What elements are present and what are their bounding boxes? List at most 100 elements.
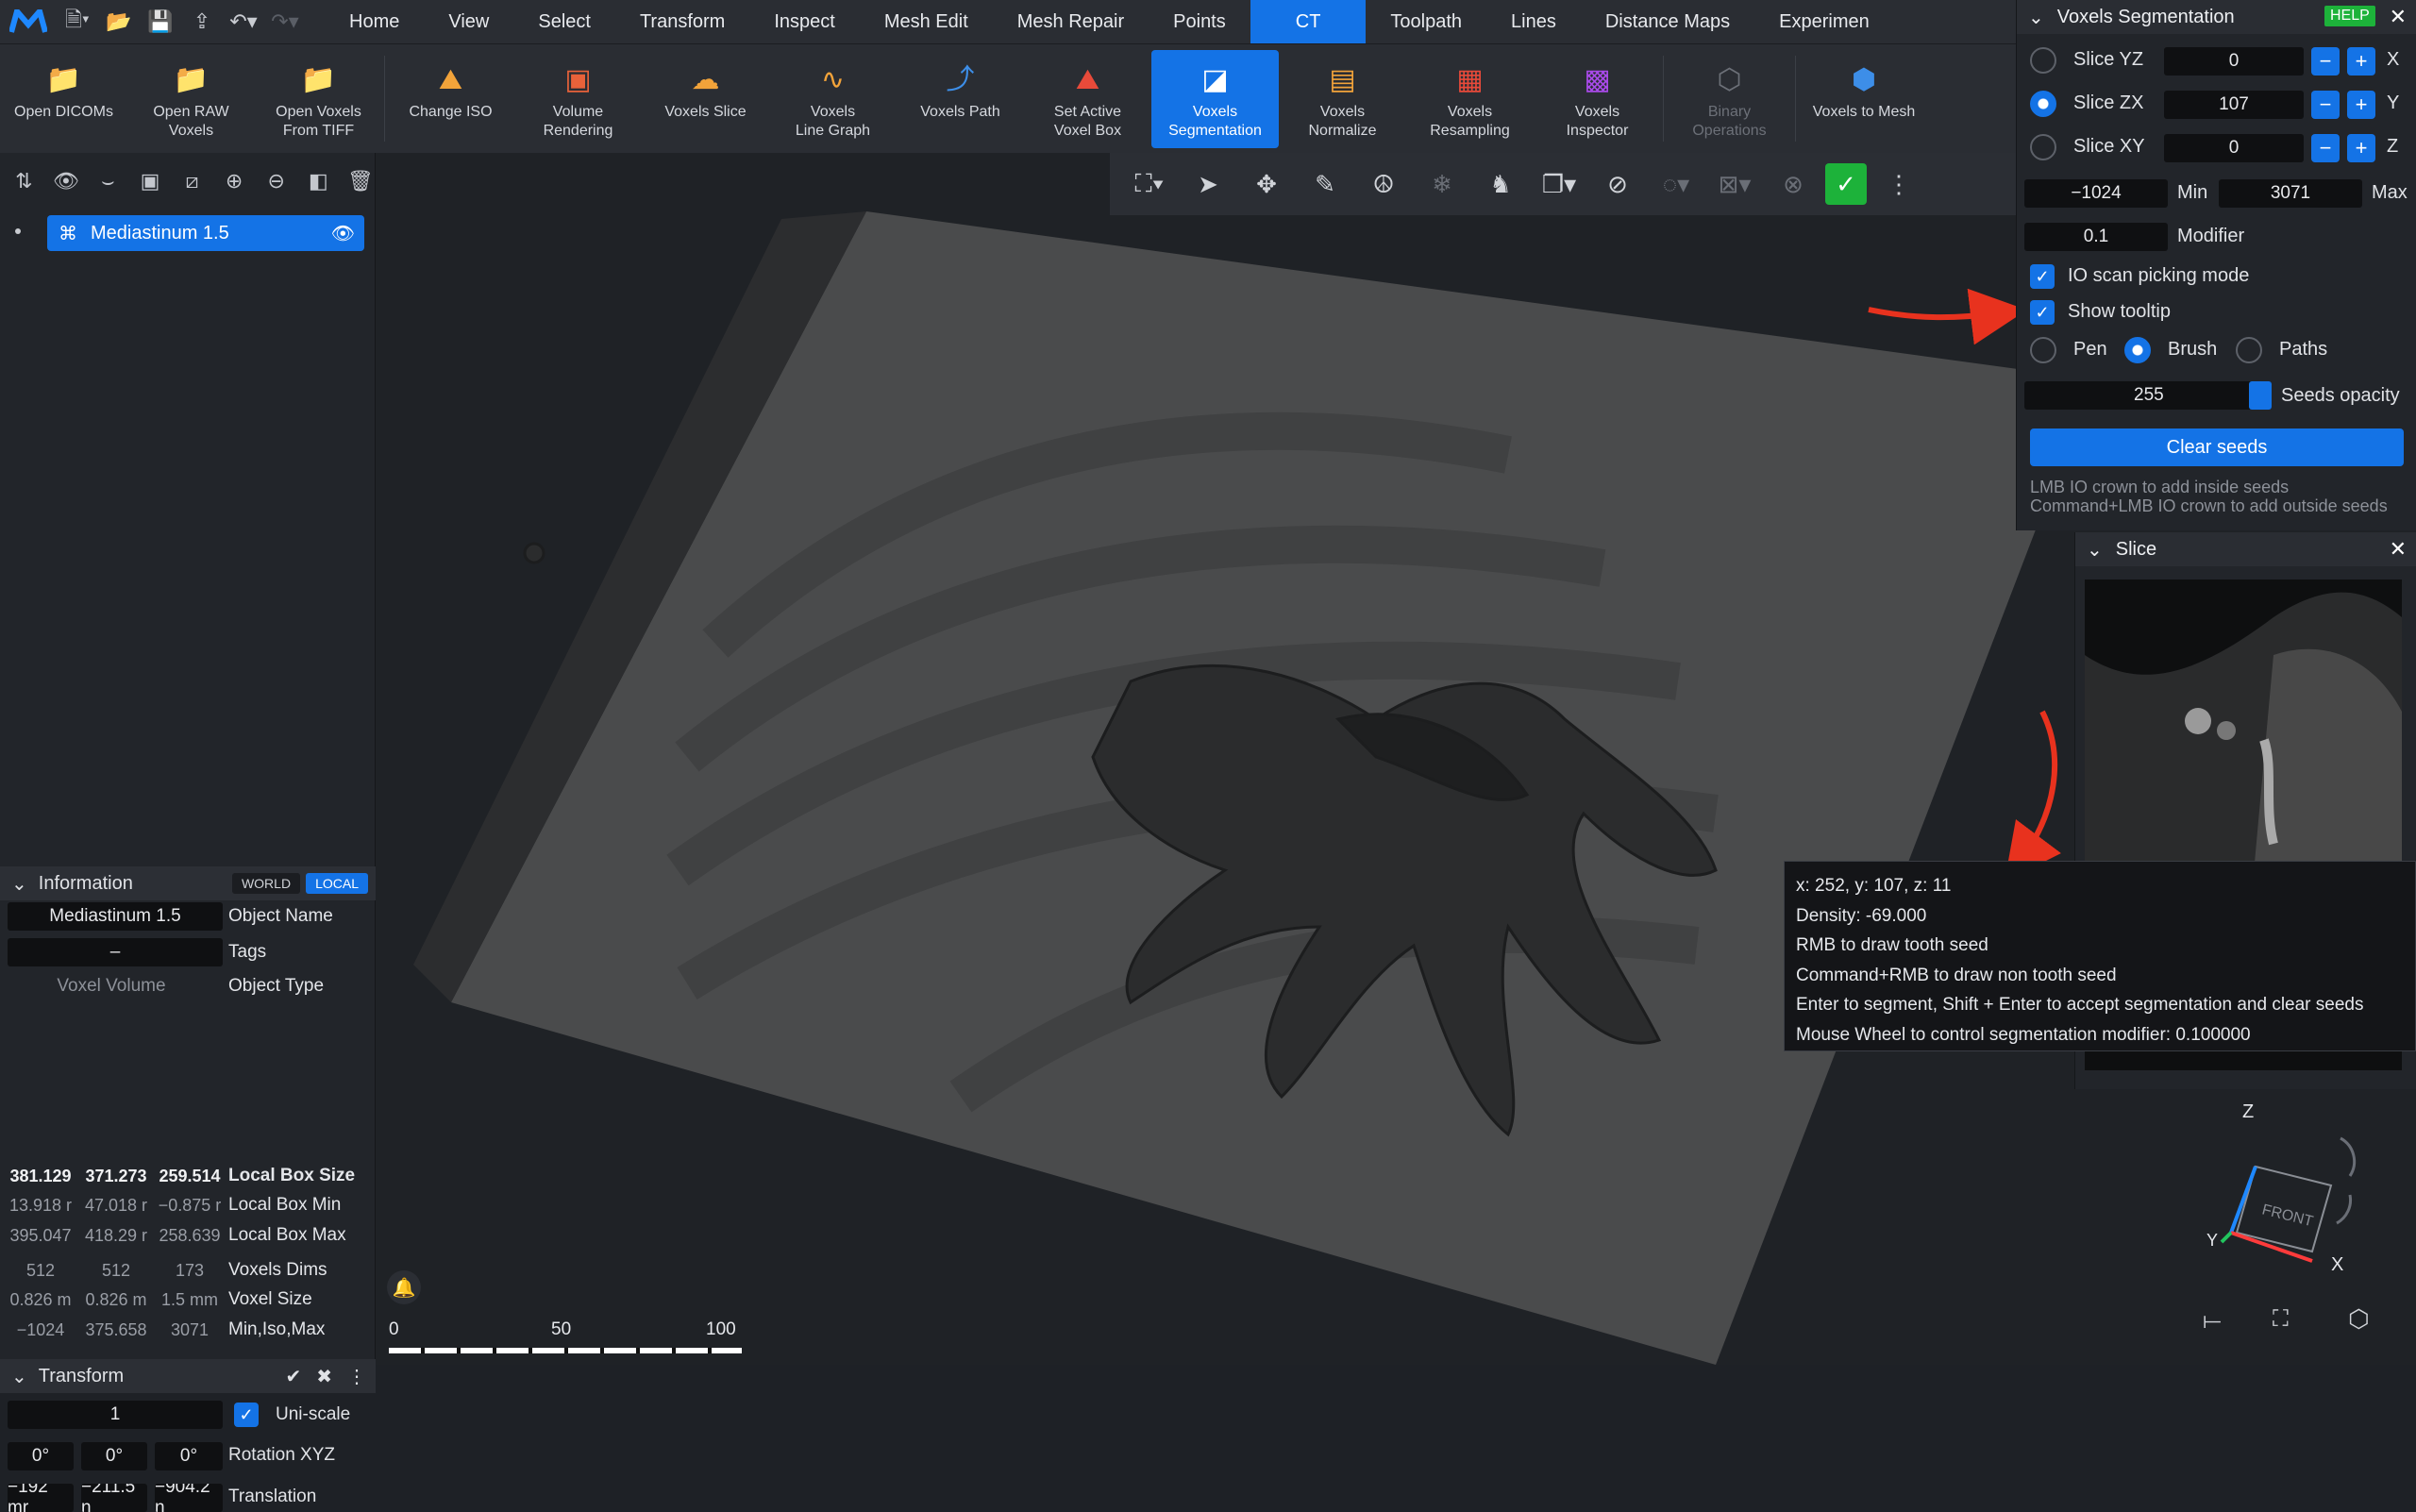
select-arrow-icon[interactable]: ➤ bbox=[1182, 170, 1234, 199]
menu-inspect[interactable]: Inspect bbox=[749, 0, 859, 43]
slice-zx-increment[interactable]: + bbox=[2347, 91, 2375, 119]
translation-y-field[interactable]: −211.5 n bbox=[81, 1484, 147, 1512]
voxels-normalize-button[interactable]: ▤ Voxels Normalize bbox=[1279, 44, 1406, 154]
set-active-voxel-box-button[interactable]: ⛰ Set Active Voxel Box bbox=[1024, 44, 1151, 154]
show-icon[interactable]: 👁 bbox=[52, 169, 81, 193]
menu-transform[interactable]: Transform bbox=[615, 0, 749, 43]
slice-yz-decrement[interactable]: − bbox=[2311, 47, 2340, 76]
visibility-icon[interactable]: 👁 bbox=[331, 222, 355, 245]
seeds-opacity-slider[interactable] bbox=[2249, 381, 2272, 410]
disabled-icon[interactable]: ⊗ bbox=[1767, 170, 1820, 199]
reset-icon[interactable]: ✖ bbox=[316, 1365, 332, 1388]
box-select-icon[interactable]: ⊠▾ bbox=[1708, 170, 1761, 199]
clone-icon[interactable]: ❐▾ bbox=[1533, 170, 1586, 199]
move-down-icon[interactable]: ⊖ bbox=[261, 169, 291, 193]
slice-zx-input[interactable]: 107 bbox=[2164, 91, 2304, 119]
clip-icon[interactable]: ⊘ bbox=[1591, 170, 1644, 199]
snowflake-icon[interactable]: ❄ bbox=[1416, 170, 1468, 199]
voxels-to-mesh-button[interactable]: ⬢ Voxels to Mesh bbox=[1798, 44, 1930, 154]
undo-icon[interactable]: ↶▾ bbox=[223, 0, 264, 43]
modifier-input[interactable]: 0.1 bbox=[2024, 223, 2168, 251]
sort-icon[interactable]: ⇅ bbox=[9, 169, 39, 193]
slice-zx-decrement[interactable]: − bbox=[2311, 91, 2340, 119]
help-button[interactable]: HELP bbox=[2324, 6, 2375, 26]
redo-icon[interactable]: ↷▾ bbox=[264, 0, 306, 43]
more-icon[interactable]: ⋮ bbox=[347, 1365, 366, 1388]
seeds-opacity-input[interactable]: 255 bbox=[2024, 381, 2272, 410]
max-input[interactable]: 3071 bbox=[2219, 179, 2362, 208]
pen-radio[interactable] bbox=[2030, 337, 2056, 363]
delete-icon[interactable]: 🗑 bbox=[346, 169, 376, 193]
menu-points[interactable]: Points bbox=[1149, 0, 1250, 43]
translation-z-field[interactable]: −904.2 n bbox=[155, 1484, 223, 1512]
voxels-inspector-button[interactable]: ▩ Voxels Inspector bbox=[1534, 44, 1661, 154]
edit-icon[interactable]: ✎ bbox=[1299, 170, 1351, 199]
voxels-slice-button[interactable]: ☁ Voxels Slice bbox=[642, 44, 769, 154]
select-all-icon[interactable]: ▣ bbox=[136, 169, 165, 193]
mask-icon[interactable]: ♞ bbox=[1474, 170, 1527, 199]
local-toggle[interactable]: LOCAL bbox=[306, 873, 368, 894]
slice-yz-radio[interactable] bbox=[2030, 47, 2056, 74]
move-up-icon[interactable]: ⊕ bbox=[220, 169, 249, 193]
chevron-down-icon[interactable]: ⌄ bbox=[2087, 538, 2103, 562]
menu-toolpath[interactable]: Toolpath bbox=[1366, 0, 1486, 43]
information-header[interactable]: ⌄ Information WORLD LOCAL bbox=[0, 866, 376, 900]
voxels-path-button[interactable]: ⤴ Voxels Path bbox=[897, 44, 1024, 154]
slice-xy-radio[interactable] bbox=[2030, 134, 2056, 160]
deselect-icon[interactable]: ⧄ bbox=[177, 169, 207, 193]
voxels-resampling-button[interactable]: ▦ Voxels Resampling bbox=[1406, 44, 1534, 154]
voxels-line-graph-button[interactable]: ∿ Voxels Line Graph bbox=[769, 44, 897, 154]
scale-field[interactable]: 1 bbox=[8, 1401, 223, 1429]
menu-distance-maps[interactable]: Distance Maps bbox=[1581, 0, 1754, 43]
show-tooltip-checkbox[interactable]: ✓ bbox=[2030, 300, 2055, 325]
uniscale-checkbox[interactable]: ✓ bbox=[234, 1403, 259, 1427]
mercedes-icon[interactable]: ☮ bbox=[1357, 170, 1410, 199]
tree-item-mediastinum[interactable]: ⌘ Mediastinum 1.5 👁 bbox=[47, 215, 364, 251]
io-scan-checkbox[interactable]: ✓ bbox=[2030, 264, 2055, 289]
clear-seeds-button[interactable]: Clear seeds bbox=[2030, 428, 2404, 466]
chevron-down-icon[interactable]: ⌄ bbox=[2028, 6, 2044, 29]
close-icon[interactable]: ✕ bbox=[2390, 537, 2407, 562]
orientation-gizmo[interactable]: FRONT Z X Y bbox=[2190, 1091, 2378, 1270]
fit-icon[interactable]: ⛶ bbox=[2273, 1306, 2289, 1333]
slice-xy-increment[interactable]: + bbox=[2347, 134, 2375, 162]
move-icon[interactable]: ✥ bbox=[1240, 170, 1293, 199]
menu-home[interactable]: Home bbox=[325, 0, 424, 43]
rotation-y-field[interactable]: 0° bbox=[81, 1442, 147, 1470]
volume-rendering-button[interactable]: ▣ Volume Rendering bbox=[514, 44, 642, 154]
cube-view-icon[interactable]: ⬡ bbox=[2348, 1304, 2370, 1334]
bell-icon[interactable]: 🔔 bbox=[387, 1270, 421, 1304]
menu-lines[interactable]: Lines bbox=[1486, 0, 1581, 43]
save-icon[interactable]: 💾 bbox=[140, 0, 181, 43]
menu-view[interactable]: View bbox=[424, 0, 513, 43]
change-iso-button[interactable]: ⛰ Change ISO bbox=[387, 44, 514, 154]
slice-xy-decrement[interactable]: − bbox=[2311, 134, 2340, 162]
min-input[interactable]: −1024 bbox=[2024, 179, 2168, 208]
rotation-x-field[interactable]: 0° bbox=[8, 1442, 74, 1470]
brush-radio[interactable] bbox=[2124, 337, 2151, 363]
open-voxels-tiff-button[interactable]: 📁 Open Voxels From TIFF bbox=[255, 44, 382, 154]
world-toggle[interactable]: WORLD bbox=[231, 873, 301, 894]
slice-zx-radio[interactable] bbox=[2030, 91, 2056, 117]
hide-icon[interactable]: ⌣ bbox=[93, 169, 123, 193]
slice-yz-increment[interactable]: + bbox=[2347, 47, 2375, 76]
menu-ct[interactable]: CT bbox=[1250, 0, 1367, 43]
confirm-icon[interactable]: ✓ bbox=[1825, 163, 1867, 205]
ruler-icon[interactable]: ⟝ bbox=[2203, 1308, 2222, 1335]
open-folder-icon[interactable]: 📂 bbox=[98, 0, 140, 43]
open-dicoms-button[interactable]: 📁 Open DICOMs bbox=[0, 44, 127, 154]
more-icon[interactable]: ⋮ bbox=[1872, 170, 1925, 199]
slice-yz-input[interactable]: 0 bbox=[2164, 47, 2304, 76]
open-raw-voxels-button[interactable]: 📁 Open RAW Voxels bbox=[127, 44, 255, 154]
flip-icon[interactable]: ◧ bbox=[304, 169, 333, 193]
transform-header[interactable]: ⌄ Transform ✔ ✖ ⋮ bbox=[0, 1359, 376, 1393]
menu-mesh-repair[interactable]: Mesh Repair bbox=[993, 0, 1149, 43]
slice-xy-input[interactable]: 0 bbox=[2164, 134, 2304, 162]
close-icon[interactable]: ✕ bbox=[2390, 5, 2407, 29]
binary-operations-button[interactable]: ⬡ Binary Operations bbox=[1666, 44, 1793, 154]
export-icon[interactable]: ⇪ bbox=[181, 0, 223, 43]
fit-view-icon[interactable]: ⛶▾ bbox=[1123, 169, 1176, 199]
menu-experimental[interactable]: Experimen bbox=[1754, 0, 1894, 43]
menu-mesh-edit[interactable]: Mesh Edit bbox=[860, 0, 993, 43]
apply-icon[interactable]: ✔ bbox=[285, 1365, 301, 1388]
